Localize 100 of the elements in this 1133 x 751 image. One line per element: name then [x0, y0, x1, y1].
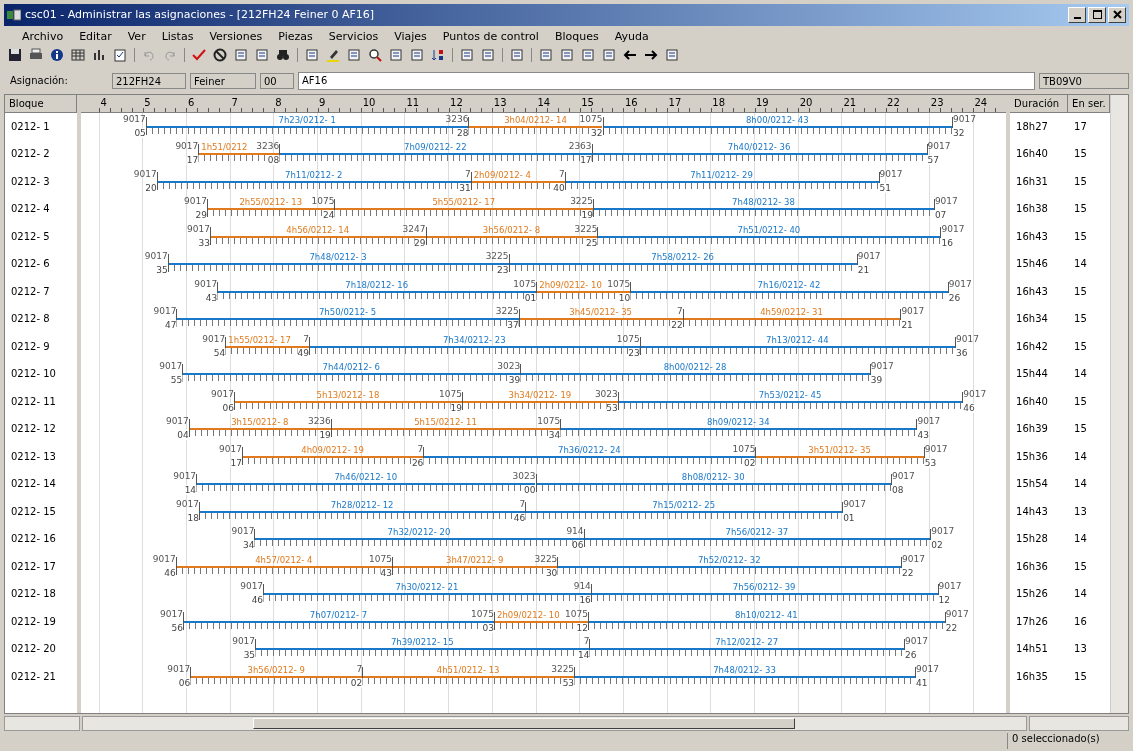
status-text: 0 seleccionado(s): [1007, 733, 1127, 749]
trip-bar[interactable]: [188, 428, 331, 431]
menu-item[interactable]: Piezas: [278, 29, 313, 43]
trip-bar[interactable]: [597, 235, 941, 238]
horizontal-scrollbar[interactable]: [4, 715, 80, 732]
menu-item[interactable]: Editar: [79, 29, 112, 43]
trip-bar[interactable]: [494, 620, 588, 623]
trip-bar[interactable]: [309, 345, 640, 348]
stop-code: 1075: [311, 196, 335, 207]
trip-bar[interactable]: [279, 153, 592, 156]
trip-bar[interactable]: [196, 483, 536, 486]
trip-bar[interactable]: [461, 400, 618, 403]
assignment-field[interactable]: AF16: [298, 71, 1035, 90]
trip-bar[interactable]: [175, 565, 392, 568]
trip-bar[interactable]: [209, 235, 426, 238]
horizontal-scrollbar[interactable]: [1029, 715, 1129, 732]
trip-bar[interactable]: [589, 648, 904, 651]
trip-bar[interactable]: [263, 593, 591, 596]
count-cell-text: 15: [1074, 669, 1088, 684]
trip-bar[interactable]: [334, 208, 593, 211]
save-icon[interactable]: [8, 48, 22, 63]
sort-icon[interactable]: [431, 48, 445, 63]
trip-bar[interactable]: [591, 153, 927, 156]
menu-item[interactable]: Ver: [127, 29, 146, 43]
minute-label: 16: [579, 595, 591, 606]
trip-bar[interactable]: [207, 208, 335, 211]
stop-code: 1075: [471, 608, 494, 619]
trip-bar[interactable]: [557, 565, 902, 568]
trip-bar[interactable]: [182, 373, 521, 376]
check-icon[interactable]: [192, 48, 206, 63]
trip-bar[interactable]: [583, 538, 931, 541]
menu-item[interactable]: Viajes: [394, 29, 427, 43]
trip-bar[interactable]: [392, 565, 558, 568]
menu-item[interactable]: Bloques: [554, 29, 599, 43]
trip-bar[interactable]: [520, 373, 870, 376]
trip-bar[interactable]: [518, 318, 683, 321]
stop-code: 9017: [240, 581, 264, 592]
trip-bar[interactable]: [587, 620, 945, 623]
trip-bar[interactable]: [217, 290, 537, 293]
menu-item[interactable]: Servicios: [328, 29, 379, 43]
no-entry-icon[interactable]: [213, 48, 227, 63]
list-icon[interactable]: [347, 48, 361, 63]
binoculars-icon[interactable]: [276, 48, 290, 63]
minimize-button[interactable]: [1068, 6, 1086, 23]
trip-bar[interactable]: [755, 455, 924, 458]
trip-bar[interactable]: [590, 593, 938, 596]
trip-bar[interactable]: [639, 345, 955, 348]
bar-chart-icon[interactable]: [92, 48, 106, 63]
checklist-icon[interactable]: [113, 48, 127, 63]
trip-bar[interactable]: [233, 400, 462, 403]
stop-code: 7: [583, 636, 590, 647]
highlighter-icon[interactable]: [326, 48, 340, 63]
trip-bar[interactable]: [225, 345, 309, 348]
trip-bar[interactable]: [167, 263, 509, 266]
menu-item[interactable]: Listas: [161, 29, 194, 43]
trip-bar[interactable]: [468, 125, 603, 128]
trip-bar[interactable]: [176, 318, 519, 321]
trip-bar[interactable]: [241, 455, 424, 458]
trip-bar[interactable]: [183, 620, 494, 623]
close-button[interactable]: [1108, 6, 1126, 23]
trip-bar[interactable]: [156, 180, 471, 183]
trip-bar[interactable]: [535, 483, 891, 486]
menu-item[interactable]: Archivo: [22, 29, 64, 43]
minute-label: 46: [513, 512, 526, 523]
minute-label: 51: [878, 182, 891, 193]
trip-bar[interactable]: [423, 455, 756, 458]
trip-bar[interactable]: [536, 290, 631, 293]
vertical-scrollbar[interactable]: [1110, 94, 1128, 713]
trip-bar[interactable]: [425, 235, 598, 238]
trip-bar[interactable]: [593, 208, 934, 211]
trip-bar[interactable]: [574, 675, 915, 678]
trip-bar[interactable]: [254, 538, 584, 541]
trip-bar[interactable]: [145, 125, 469, 128]
trip-bar[interactable]: [564, 180, 879, 183]
horizontal-scrollbar[interactable]: [82, 715, 1027, 732]
trip-bar[interactable]: [362, 675, 575, 678]
menu-item[interactable]: Puntos de control: [442, 29, 539, 43]
column-header[interactable]: En ser.: [1068, 94, 1111, 113]
grid-icon[interactable]: [71, 48, 85, 63]
trip-bar[interactable]: [630, 290, 948, 293]
stop-code: 3236: [307, 416, 331, 427]
trip-bar[interactable]: [508, 263, 857, 266]
trip-bar[interactable]: [330, 428, 561, 431]
trip-bar[interactable]: [602, 125, 953, 128]
column-header[interactable]: Bloque: [5, 94, 77, 113]
trip-bar[interactable]: [255, 648, 590, 651]
trip-bar[interactable]: [199, 510, 526, 513]
trip-bar[interactable]: [198, 153, 280, 156]
trip-bar[interactable]: [190, 675, 363, 678]
trip-bar[interactable]: [470, 180, 565, 183]
trip-bar[interactable]: [560, 428, 917, 431]
menu-item[interactable]: Ayuda: [614, 29, 649, 43]
maximize-button[interactable]: [1088, 6, 1106, 23]
menu-item[interactable]: Versiones: [209, 29, 263, 43]
zoom-icon[interactable]: [368, 48, 382, 63]
column-header[interactable]: Duración: [1010, 94, 1069, 113]
trip-bar[interactable]: [617, 400, 963, 403]
trip-bar[interactable]: [525, 510, 843, 513]
info-icon[interactable]: [50, 48, 64, 63]
trip-bar[interactable]: [682, 318, 901, 321]
